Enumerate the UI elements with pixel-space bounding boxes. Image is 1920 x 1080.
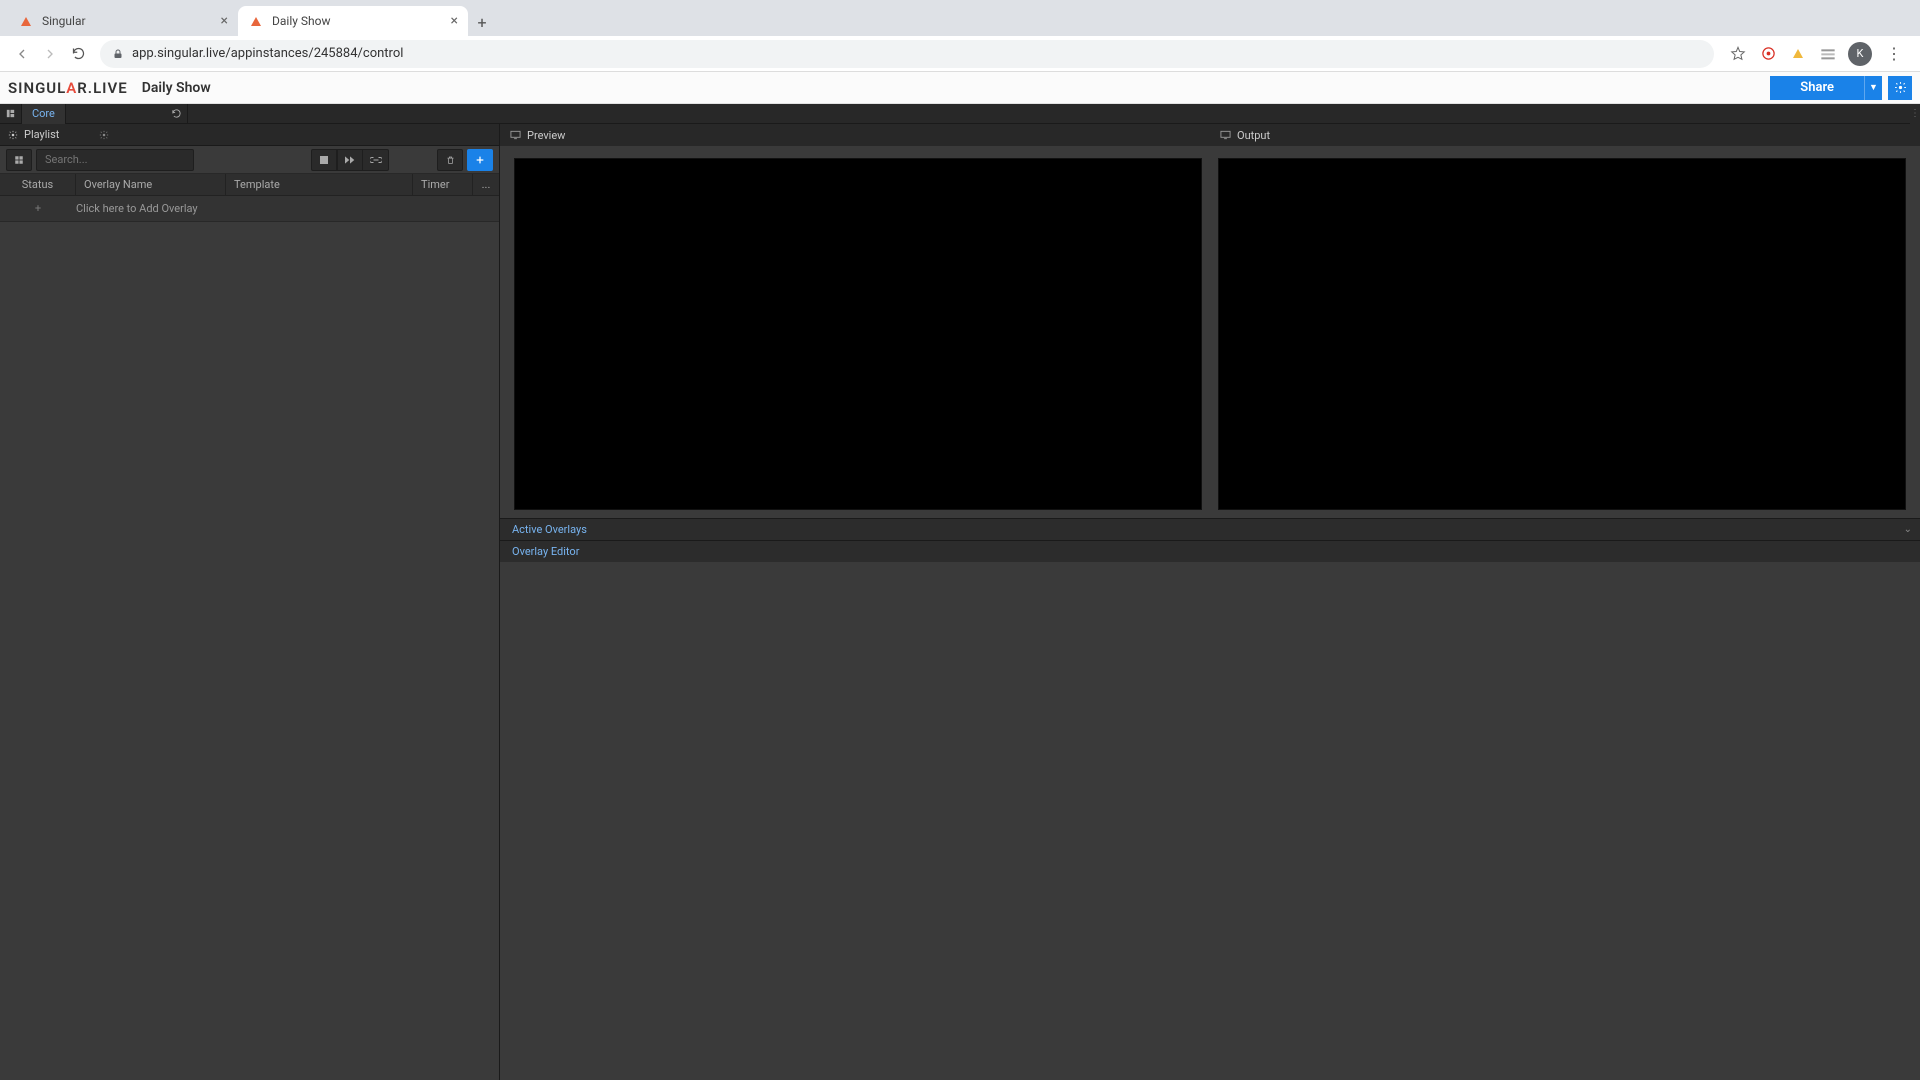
core-tab[interactable]: Core (22, 104, 66, 124)
preview-section: Preview (500, 124, 1210, 146)
add-overlay-button[interactable] (467, 149, 493, 171)
col-template[interactable]: Template (226, 174, 413, 195)
browser-tab-daily-show[interactable]: Daily Show × (238, 6, 468, 36)
lock-icon (112, 48, 124, 60)
col-overlay-name[interactable]: Overlay Name (76, 174, 226, 195)
extension-icon[interactable] (1788, 44, 1808, 64)
app-body: Core ⋮ Playlist (0, 104, 1920, 1080)
back-button[interactable] (8, 40, 36, 68)
refresh-icon[interactable] (166, 104, 188, 124)
chevron-down-icon: ⌄ (1904, 524, 1912, 535)
core-label: Core (32, 107, 55, 120)
add-overlay-row[interactable]: + Click here to Add Overlay (0, 196, 499, 222)
core-toolbar: Core ⋮ (0, 104, 1920, 124)
extension-icon[interactable] (1818, 44, 1838, 64)
active-overlays-bar[interactable]: Active Overlays ⌄ (500, 518, 1920, 540)
col-more[interactable]: ... (473, 174, 499, 195)
right-panel: Preview Output Active Overlays (500, 124, 1920, 1080)
playlist-toolbar (0, 146, 499, 174)
output-section: Output (1210, 124, 1920, 146)
search-input[interactable] (36, 149, 194, 171)
main-area: Playlist (0, 124, 1920, 1080)
playlist-table-header: Status Overlay Name Template Timer ... (0, 174, 499, 196)
preview-header: Preview (500, 124, 1210, 146)
col-status[interactable]: Status (0, 174, 76, 195)
browser-toolbar: app.singular.live/appinstances/245884/co… (0, 36, 1920, 72)
user-avatar[interactable]: K (1848, 42, 1872, 66)
playlist-settings-icon[interactable] (99, 130, 109, 140)
stop-button[interactable] (311, 149, 337, 171)
playlist-panel: Playlist (0, 124, 500, 1080)
browser-tab-strip: Singular × Daily Show × + (0, 0, 1920, 36)
playlist-body (0, 222, 499, 1080)
output-viewport[interactable] (1218, 158, 1906, 510)
singular-logo: SINGULAR.LIVE (8, 79, 128, 97)
link-button[interactable] (363, 149, 389, 171)
address-bar[interactable]: app.singular.live/appinstances/245884/co… (100, 40, 1714, 68)
overlay-editor-label: Overlay Editor (512, 545, 579, 558)
singular-favicon (248, 13, 264, 29)
browser-menu-button[interactable]: ⋮ (1882, 42, 1906, 66)
overlay-editor-area (500, 562, 1920, 1080)
tab-title: Singular (42, 14, 221, 28)
app-header: SINGULAR.LIVE Daily Show Share ▼ (0, 72, 1920, 104)
app-title: Daily Show (142, 80, 211, 96)
monitor-icon (510, 130, 521, 140)
delete-button[interactable] (437, 149, 463, 171)
output-header: Output (1210, 124, 1920, 146)
browser-tab-singular[interactable]: Singular × (8, 6, 238, 36)
output-label: Output (1237, 129, 1270, 142)
reload-button[interactable] (64, 40, 92, 68)
active-overlays-label: Active Overlays (512, 523, 587, 536)
preview-viewport[interactable] (514, 158, 1202, 510)
add-overlay-label: Click here to Add Overlay (76, 202, 198, 215)
extension-area: K ⋮ (1722, 42, 1912, 66)
share-dropdown-button[interactable]: ▼ (1864, 76, 1882, 100)
layers-icon[interactable] (0, 104, 22, 124)
col-timer[interactable]: Timer (413, 174, 473, 195)
close-icon[interactable]: × (221, 13, 228, 29)
new-tab-button[interactable]: + (468, 8, 496, 36)
grid-view-button[interactable] (6, 149, 32, 171)
playlist-header: Playlist (0, 124, 499, 146)
gear-icon[interactable] (8, 130, 18, 140)
preview-label: Preview (527, 129, 565, 142)
settings-button[interactable] (1888, 76, 1912, 100)
singular-favicon (18, 13, 34, 29)
close-icon[interactable]: × (451, 13, 458, 29)
share-button[interactable]: Share (1770, 76, 1864, 100)
plus-icon: + (0, 202, 76, 215)
playlist-title: Playlist (24, 128, 59, 141)
url-text: app.singular.live/appinstances/245884/co… (132, 46, 403, 61)
extension-icon[interactable] (1758, 44, 1778, 64)
preview-viewports (500, 146, 1920, 518)
monitor-icon (1220, 130, 1231, 140)
overlay-editor-bar[interactable]: Overlay Editor (500, 540, 1920, 562)
tab-title: Daily Show (272, 14, 451, 28)
star-icon[interactable] (1728, 44, 1748, 64)
forward-button[interactable] (36, 40, 64, 68)
panel-handle[interactable]: ⋮ (1910, 104, 1920, 124)
play-next-button[interactable] (337, 149, 363, 171)
